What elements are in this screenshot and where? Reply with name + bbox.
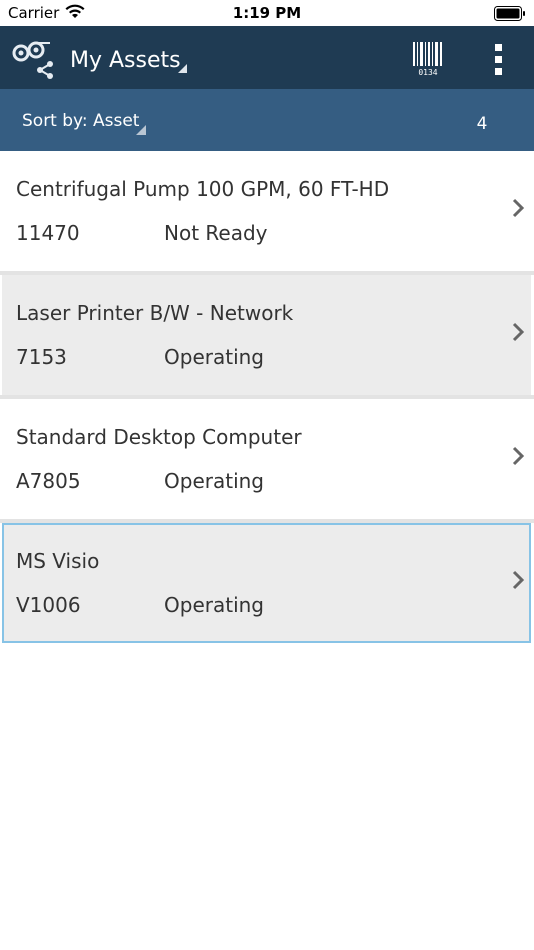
asset-status: Operating <box>164 345 264 369</box>
list-item[interactable]: Standard Desktop Computer A7805 Operatin… <box>2 399 531 519</box>
asset-logo-icon[interactable] <box>12 36 56 80</box>
chevron-right-icon <box>512 446 525 466</box>
page-title[interactable]: My Assets <box>70 48 181 73</box>
more-options-button[interactable] <box>484 40 514 78</box>
sort-by-selector[interactable]: Sort by: Asset <box>22 111 139 131</box>
more-dot <box>495 56 502 63</box>
app-header: My Assets 0134 <box>0 26 534 89</box>
list-item[interactable]: Centrifugal Pump 100 GPM, 60 FT-HD 11470… <box>2 151 531 271</box>
asset-id: 11470 <box>16 221 80 245</box>
list-item[interactable]: MS Visio V1006 Operating <box>2 523 531 643</box>
asset-name: MS Visio <box>16 549 100 573</box>
asset-id: A7805 <box>16 469 81 493</box>
more-dot <box>495 68 502 75</box>
asset-name: Standard Desktop Computer <box>16 425 302 449</box>
title-dropdown-caret-icon[interactable] <box>178 64 187 73</box>
asset-name: Laser Printer B/W - Network <box>16 301 294 325</box>
list-item[interactable]: Laser Printer B/W - Network 7153 Operati… <box>2 275 531 395</box>
chevron-right-icon <box>512 322 525 342</box>
asset-name: Centrifugal Pump 100 GPM, 60 FT-HD <box>16 177 390 201</box>
chevron-right-icon <box>512 570 525 590</box>
sort-bar: Sort by: Asset 4 <box>0 89 534 151</box>
battery-icon <box>494 6 525 21</box>
asset-count: 4 <box>476 114 488 134</box>
status-bar: Carrier 1:19 PM <box>0 0 534 26</box>
more-vertical-icon <box>495 44 502 51</box>
asset-status: Operating <box>164 593 264 617</box>
barcode-digits: 0134 <box>418 68 437 77</box>
asset-status: Not Ready <box>164 221 268 245</box>
asset-id: V1006 <box>16 593 81 617</box>
sort-dropdown-caret-icon[interactable] <box>136 125 146 135</box>
chevron-right-icon <box>512 198 525 218</box>
asset-status: Operating <box>164 469 264 493</box>
barcode-icon[interactable]: 0134 <box>410 40 446 78</box>
asset-id: 7153 <box>16 345 67 369</box>
clock-time: 1:19 PM <box>232 4 302 22</box>
